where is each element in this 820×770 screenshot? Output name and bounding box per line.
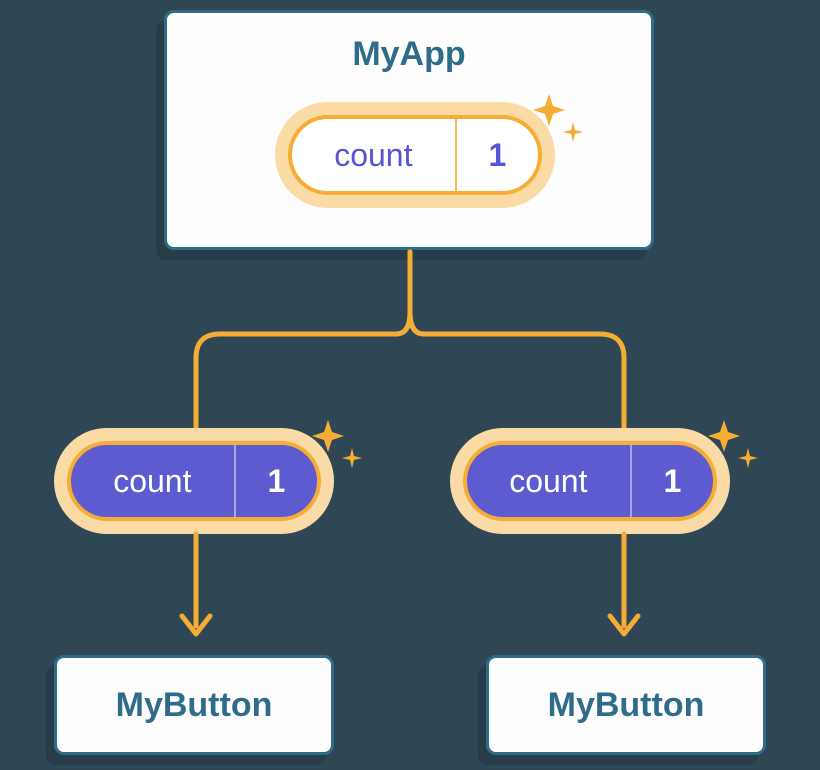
arrow-down-icon — [604, 534, 644, 654]
prop-pill-left-value: 1 — [236, 445, 317, 517]
prop-pill-right-label: count — [467, 445, 632, 517]
arrow-down-icon — [176, 534, 216, 654]
sparkle-icon — [310, 416, 370, 493]
child-component-name-left: MyButton — [116, 686, 273, 725]
child-component-name-right: MyButton — [548, 686, 705, 725]
prop-pill-left-inner: count 1 — [67, 441, 321, 521]
child-component-card-left: MyButton — [54, 655, 334, 755]
prop-pill-right-value: 1 — [632, 445, 713, 517]
prop-pill-right: count 1 — [450, 428, 730, 534]
sparkle-icon — [706, 416, 766, 493]
prop-pill-left: count 1 — [54, 428, 334, 534]
prop-pill-right-inner: count 1 — [463, 441, 717, 521]
child-component-card-right: MyButton — [486, 655, 766, 755]
prop-pill-right-outer: count 1 — [450, 428, 730, 534]
prop-pill-left-outer: count 1 — [54, 428, 334, 534]
prop-pill-left-label: count — [71, 445, 236, 517]
